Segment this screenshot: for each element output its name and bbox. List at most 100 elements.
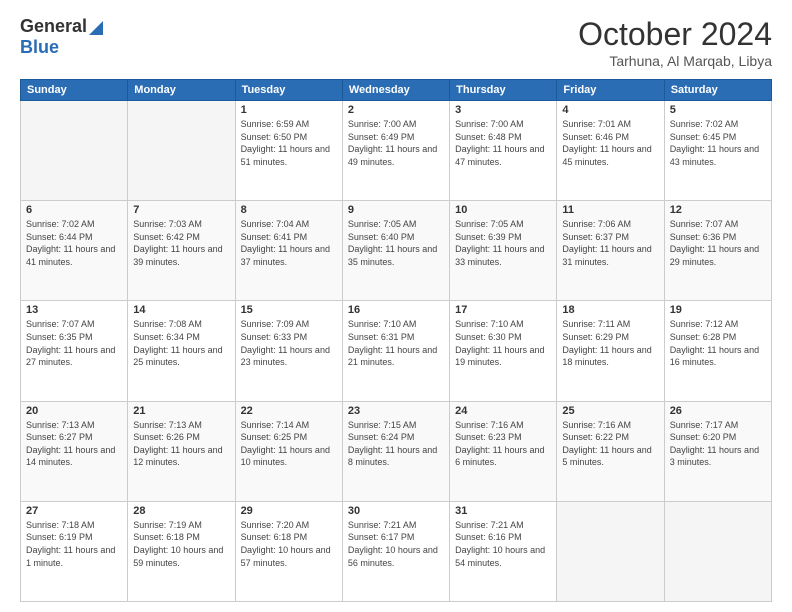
day-of-week-header: Monday — [128, 80, 235, 101]
day-info: Sunrise: 7:20 AMSunset: 6:18 PMDaylight:… — [241, 520, 331, 568]
calendar-cell: 5 Sunrise: 7:02 AMSunset: 6:45 PMDaylight… — [664, 101, 771, 201]
logo: General Blue — [20, 16, 103, 58]
day-info: Sunrise: 7:03 AMSunset: 6:42 PMDaylight:… — [133, 219, 222, 267]
day-info: Sunrise: 7:02 AMSunset: 6:45 PMDaylight:… — [670, 119, 759, 167]
day-of-week-header: Tuesday — [235, 80, 342, 101]
calendar-cell: 15Sunrise: 7:09 AMSunset: 6:33 PMDayligh… — [235, 301, 342, 401]
week-row: 27 Sunrise: 7:18 AMSunset: 6:19 PMDayligh… — [21, 501, 772, 601]
calendar-cell: 28Sunrise: 7:19 AMSunset: 6:18 PMDayligh… — [128, 501, 235, 601]
logo-row: General — [20, 16, 103, 37]
calendar-table: SundayMondayTuesdayWednesdayThursdayFrid… — [20, 79, 772, 602]
calendar-cell: 20 Sunrise: 7:13 AMSunset: 6:27 PMDayligh… — [21, 401, 128, 501]
calendar-cell: 14 Sunrise: 7:08 AMSunset: 6:34 PMDayligh… — [128, 301, 235, 401]
day-of-week-header: Friday — [557, 80, 664, 101]
page: General Blue October 2024 Tarhuna, Al Ma… — [0, 0, 792, 612]
day-info: Sunrise: 7:01 AMSunset: 6:46 PMDaylight:… — [562, 119, 651, 167]
day-info: Sunrise: 7:02 AMSunset: 6:44 PMDaylight:… — [26, 219, 115, 267]
day-info: Sunrise: 7:12 AMSunset: 6:28 PMDaylight:… — [670, 319, 759, 367]
day-number: 25 — [562, 405, 658, 417]
calendar-cell — [557, 501, 664, 601]
calendar-cell: 31 Sunrise: 7:21 AMSunset: 6:16 PMDayligh… — [450, 501, 557, 601]
day-info: Sunrise: 7:11 AMSunset: 6:29 PMDaylight:… — [562, 319, 651, 367]
day-of-week-header: Thursday — [450, 80, 557, 101]
day-info: Sunrise: 7:05 AMSunset: 6:40 PMDaylight:… — [348, 219, 437, 267]
day-info: Sunrise: 7:15 AMSunset: 6:24 PMDaylight:… — [348, 420, 437, 468]
day-number: 8 — [241, 204, 337, 216]
calendar-cell: 6 Sunrise: 7:02 AMSunset: 6:44 PMDaylight… — [21, 201, 128, 301]
day-number: 18 — [562, 304, 658, 316]
day-number: 3 — [455, 104, 551, 116]
logo-blue-row: Blue — [20, 37, 103, 58]
day-info: Sunrise: 7:00 AMSunset: 6:48 PMDaylight:… — [455, 119, 544, 167]
title-block: October 2024 Tarhuna, Al Marqab, Libya — [578, 16, 772, 69]
day-number: 26 — [670, 405, 766, 417]
day-of-week-header: Saturday — [664, 80, 771, 101]
calendar-cell: 26Sunrise: 7:17 AMSunset: 6:20 PMDayligh… — [664, 401, 771, 501]
day-info: Sunrise: 7:10 AMSunset: 6:30 PMDaylight:… — [455, 319, 544, 367]
location-title: Tarhuna, Al Marqab, Libya — [578, 53, 772, 69]
calendar-cell: 18 Sunrise: 7:11 AMSunset: 6:29 PMDayligh… — [557, 301, 664, 401]
calendar-cell: 12Sunrise: 7:07 AMSunset: 6:36 PMDayligh… — [664, 201, 771, 301]
day-info: Sunrise: 7:18 AMSunset: 6:19 PMDaylight:… — [26, 520, 115, 568]
logo-blue: Blue — [20, 37, 59, 57]
day-number: 30 — [348, 505, 444, 517]
day-info: Sunrise: 7:21 AMSunset: 6:17 PMDaylight:… — [348, 520, 438, 568]
day-number: 6 — [26, 204, 122, 216]
day-number: 13 — [26, 304, 122, 316]
day-info: Sunrise: 7:19 AMSunset: 6:18 PMDaylight:… — [133, 520, 223, 568]
header: General Blue October 2024 Tarhuna, Al Ma… — [20, 16, 772, 69]
calendar-cell: 3 Sunrise: 7:00 AMSunset: 6:48 PMDaylight… — [450, 101, 557, 201]
calendar-cell: 29Sunrise: 7:20 AMSunset: 6:18 PMDayligh… — [235, 501, 342, 601]
days-header-row: SundayMondayTuesdayWednesdayThursdayFrid… — [21, 80, 772, 101]
calendar-cell: 24 Sunrise: 7:16 AMSunset: 6:23 PMDayligh… — [450, 401, 557, 501]
calendar-cell: 4 Sunrise: 7:01 AMSunset: 6:46 PMDaylight… — [557, 101, 664, 201]
day-info: Sunrise: 7:09 AMSunset: 6:33 PMDaylight:… — [241, 319, 330, 367]
day-info: Sunrise: 7:07 AMSunset: 6:35 PMDaylight:… — [26, 319, 115, 367]
calendar-cell: 21Sunrise: 7:13 AMSunset: 6:26 PMDayligh… — [128, 401, 235, 501]
day-info: Sunrise: 7:13 AMSunset: 6:27 PMDaylight:… — [26, 420, 115, 468]
day-info: Sunrise: 7:10 AMSunset: 6:31 PMDaylight:… — [348, 319, 437, 367]
day-info: Sunrise: 7:14 AMSunset: 6:25 PMDaylight:… — [241, 420, 330, 468]
day-number: 22 — [241, 405, 337, 417]
day-number: 23 — [348, 405, 444, 417]
day-number: 14 — [133, 304, 229, 316]
calendar-cell: 2Sunrise: 7:00 AMSunset: 6:49 PMDaylight… — [342, 101, 449, 201]
day-info: Sunrise: 7:21 AMSunset: 6:16 PMDaylight:… — [455, 520, 545, 568]
day-number: 11 — [562, 204, 658, 216]
week-row: 1Sunrise: 6:59 AMSunset: 6:50 PMDaylight… — [21, 101, 772, 201]
calendar-cell: 1Sunrise: 6:59 AMSunset: 6:50 PMDaylight… — [235, 101, 342, 201]
day-of-week-header: Sunday — [21, 80, 128, 101]
day-info: Sunrise: 7:05 AMSunset: 6:39 PMDaylight:… — [455, 219, 544, 267]
day-info: Sunrise: 7:06 AMSunset: 6:37 PMDaylight:… — [562, 219, 651, 267]
calendar-cell: 8Sunrise: 7:04 AMSunset: 6:41 PMDaylight… — [235, 201, 342, 301]
day-number: 12 — [670, 204, 766, 216]
calendar-cell: 27 Sunrise: 7:18 AMSunset: 6:19 PMDayligh… — [21, 501, 128, 601]
day-number: 20 — [26, 405, 122, 417]
day-number: 10 — [455, 204, 551, 216]
calendar-cell: 17Sunrise: 7:10 AMSunset: 6:30 PMDayligh… — [450, 301, 557, 401]
calendar-cell — [664, 501, 771, 601]
day-number: 2 — [348, 104, 444, 116]
day-number: 4 — [562, 104, 658, 116]
day-number: 27 — [26, 505, 122, 517]
day-info: Sunrise: 7:08 AMSunset: 6:34 PMDaylight:… — [133, 319, 222, 367]
day-number: 9 — [348, 204, 444, 216]
calendar-cell: 13 Sunrise: 7:07 AMSunset: 6:35 PMDayligh… — [21, 301, 128, 401]
month-title: October 2024 — [578, 16, 772, 53]
day-info: Sunrise: 7:16 AMSunset: 6:23 PMDaylight:… — [455, 420, 544, 468]
calendar-cell: 22 Sunrise: 7:14 AMSunset: 6:25 PMDayligh… — [235, 401, 342, 501]
calendar-cell: 16Sunrise: 7:10 AMSunset: 6:31 PMDayligh… — [342, 301, 449, 401]
day-number: 7 — [133, 204, 229, 216]
calendar-cell: 23 Sunrise: 7:15 AMSunset: 6:24 PMDayligh… — [342, 401, 449, 501]
day-number: 31 — [455, 505, 551, 517]
day-number: 5 — [670, 104, 766, 116]
calendar-cell: 30 Sunrise: 7:21 AMSunset: 6:17 PMDayligh… — [342, 501, 449, 601]
day-info: Sunrise: 6:59 AMSunset: 6:50 PMDaylight:… — [241, 119, 330, 167]
day-of-week-header: Wednesday — [342, 80, 449, 101]
calendar-cell: 9 Sunrise: 7:05 AMSunset: 6:40 PMDaylight… — [342, 201, 449, 301]
calendar-cell: 25Sunrise: 7:16 AMSunset: 6:22 PMDayligh… — [557, 401, 664, 501]
day-number: 24 — [455, 405, 551, 417]
week-row: 13 Sunrise: 7:07 AMSunset: 6:35 PMDayligh… — [21, 301, 772, 401]
day-info: Sunrise: 7:13 AMSunset: 6:26 PMDaylight:… — [133, 420, 222, 468]
week-row: 6 Sunrise: 7:02 AMSunset: 6:44 PMDaylight… — [21, 201, 772, 301]
